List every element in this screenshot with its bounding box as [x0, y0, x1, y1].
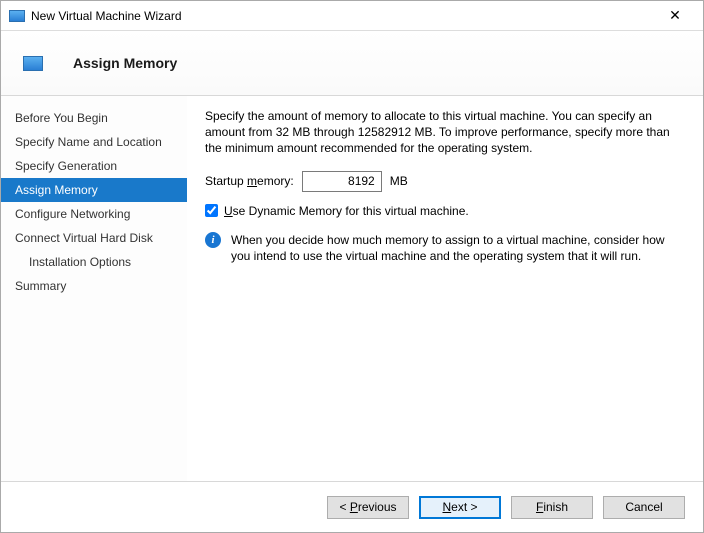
sidebar-item-connect-vhd[interactable]: Connect Virtual Hard Disk — [1, 226, 187, 250]
cancel-button[interactable]: Cancel — [603, 496, 685, 519]
sidebar-item-configure-networking[interactable]: Configure Networking — [1, 202, 187, 226]
wizard-window: New Virtual Machine Wizard ✕ Assign Memo… — [0, 0, 704, 533]
sidebar: Before You Begin Specify Name and Locati… — [1, 96, 187, 481]
dynamic-memory-row: Use Dynamic Memory for this virtual mach… — [205, 204, 685, 218]
titlebar: New Virtual Machine Wizard ✕ — [1, 1, 703, 31]
page-title: Assign Memory — [73, 55, 177, 71]
sidebar-item-assign-memory[interactable]: Assign Memory — [1, 178, 187, 202]
info-icon: i — [205, 232, 221, 248]
window-title: New Virtual Machine Wizard — [31, 9, 655, 23]
sidebar-item-specify-name[interactable]: Specify Name and Location — [1, 130, 187, 154]
info-text: When you decide how much memory to assig… — [231, 232, 685, 264]
startup-memory-row: Startup memory: MB — [205, 171, 685, 192]
startup-memory-label: Startup memory: — [205, 174, 294, 188]
sidebar-item-before-you-begin[interactable]: Before You Begin — [1, 106, 187, 130]
vm-icon — [23, 56, 43, 71]
description-text: Specify the amount of memory to allocate… — [205, 108, 685, 157]
info-row: i When you decide how much memory to ass… — [205, 232, 685, 264]
startup-memory-unit: MB — [390, 174, 408, 188]
sidebar-item-summary[interactable]: Summary — [1, 274, 187, 298]
dynamic-memory-label[interactable]: Use Dynamic Memory for this virtual mach… — [224, 204, 469, 218]
content-pane: Specify the amount of memory to allocate… — [187, 96, 703, 481]
next-button[interactable]: Next > — [419, 496, 501, 519]
wizard-body: Before You Begin Specify Name and Locati… — [1, 96, 703, 482]
dynamic-memory-checkbox[interactable] — [205, 204, 218, 217]
vm-icon — [9, 10, 25, 22]
previous-button[interactable]: < Previous — [327, 496, 409, 519]
startup-memory-input[interactable] — [302, 171, 382, 192]
wizard-header: Assign Memory — [1, 31, 703, 96]
close-icon[interactable]: ✕ — [655, 7, 695, 24]
sidebar-item-specify-generation[interactable]: Specify Generation — [1, 154, 187, 178]
finish-button[interactable]: Finish — [511, 496, 593, 519]
footer: < Previous Next > Finish Cancel — [1, 482, 703, 532]
sidebar-item-installation-options[interactable]: Installation Options — [1, 250, 187, 274]
